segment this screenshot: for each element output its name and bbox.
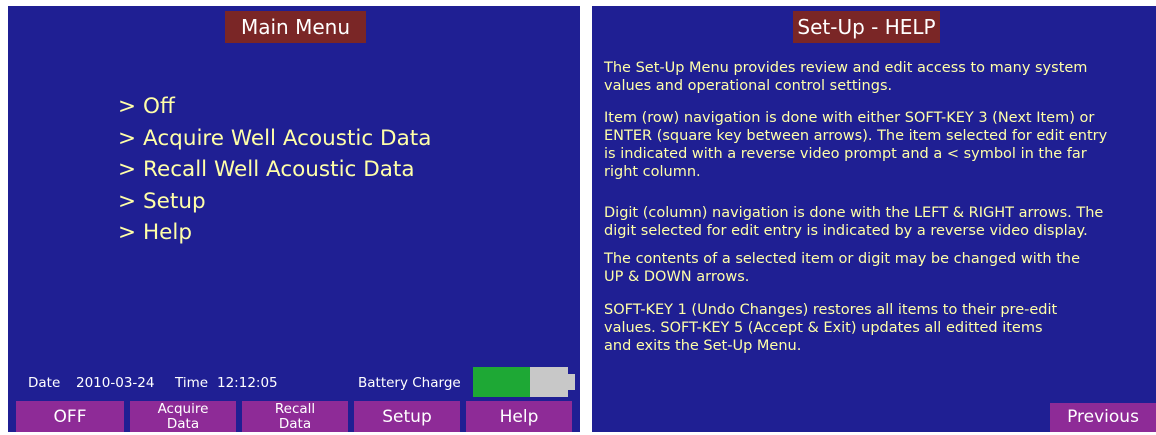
menu-item-label: Help [143,220,193,245]
previous-button[interactable]: Previous [1050,403,1156,432]
menu-item-label: Recall Well Acoustic Data [143,157,415,182]
help-paragraph: Item (row) navigation is done with eithe… [604,110,1108,180]
softkey-bar: OFF Acquire Data Recall Data Setup Help [8,401,580,432]
help-paragraph: The contents of a selected item or digit… [604,251,1081,285]
menu-caret: > [118,157,137,182]
menu-item-recall[interactable]: > Recall Well Acoustic Data [118,154,431,186]
menu-caret: > [118,188,137,214]
softkey-label: OFF [53,406,87,427]
help-paragraph: SOFT-KEY 1 (Undo Changes) restores all i… [604,302,1058,354]
softkey-setup-button[interactable]: Setup [354,401,460,432]
setup-help-screen: Set-Up - HELP The Set-Up Menu provides r… [592,6,1156,432]
softkey-label-line1: Acquire [157,400,209,417]
main-menu-title: Main Menu [225,11,366,43]
help-paragraph: The Set-Up Menu provides review and edit… [604,60,1088,94]
softkey-label-line1: Recall [274,400,316,417]
menu-caret: > [118,220,137,245]
softkey-label-line2: Data [166,415,200,432]
time-value: 12:12:05 [217,375,278,391]
softkey-help-button[interactable]: Help [466,401,572,432]
menu-caret: > [118,125,137,151]
menu-item-label: Acquire Well Acoustic Data [143,125,432,151]
menu-item-setup[interactable]: > Setup [118,186,431,218]
menu-item-acquire[interactable]: > Acquire Well Acoustic Data [118,123,431,155]
menu-item-help[interactable]: > Help [118,217,431,249]
help-paragraph: Digit (column) navigation is done with t… [604,205,1104,239]
menu-caret: > [118,94,137,119]
softkey-off-button[interactable]: OFF [16,401,124,432]
date-label: Date [28,375,61,391]
softkey-label: Setup [382,406,432,427]
main-menu-list: > Off > Acquire Well Acoustic Data > Recall… [118,91,431,249]
date-value: 2010-03-24 [76,375,155,391]
time-label: Time [175,375,209,391]
softkey-recall-data-button[interactable]: Recall Data [242,401,348,432]
softkey-acquire-data-button[interactable]: Acquire Data [130,401,236,432]
battery-icon [473,367,575,397]
battery-charge-label: Battery Charge [358,375,461,391]
softkey-label-line2: Data [278,415,312,432]
menu-item-off[interactable]: > Off [118,91,431,123]
menu-item-label: Off [143,94,175,119]
help-title: Set-Up - HELP [793,11,940,43]
battery-terminal [568,374,575,390]
menu-item-label: Setup [143,188,206,214]
main-menu-screen: Main Menu > Off > Acquire Well Acoustic Da… [8,6,580,432]
softkey-label: Help [499,406,539,427]
battery-charge-fill [473,367,531,397]
